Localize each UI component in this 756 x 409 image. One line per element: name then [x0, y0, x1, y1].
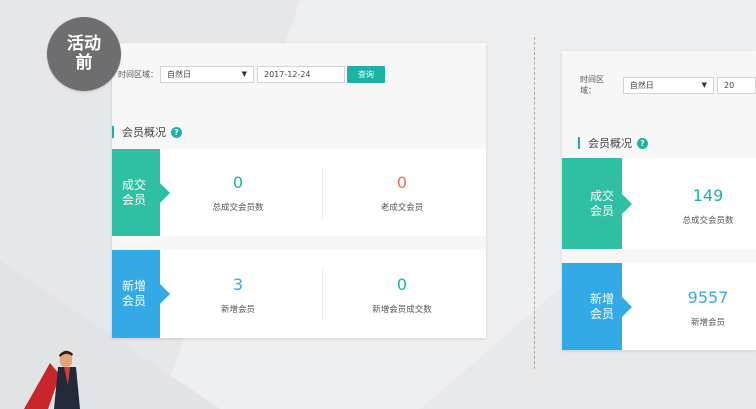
- query-button[interactable]: 查询: [347, 66, 385, 83]
- new-member-deals-stat: 0 新增会员成交数: [352, 275, 452, 315]
- member-overview-title: 会员概况 ?: [112, 124, 182, 140]
- deal-tag-line1: 成交: [122, 177, 147, 192]
- new-members-label: 新增会员: [220, 305, 255, 315]
- period-select[interactable]: 自然日 ▼: [622, 76, 715, 94]
- total-deal-members-label: 总成交会员数: [212, 203, 264, 213]
- title-accent-bar: [578, 137, 580, 149]
- date-input[interactable]: 2017-12-24: [257, 66, 345, 83]
- new-tag-line1: 新增: [122, 279, 147, 293]
- period-select-value: 自然日: [167, 70, 191, 79]
- time-range-label: 时间区域：: [580, 75, 604, 95]
- comparison-divider: [534, 37, 535, 369]
- new-members-value: 3: [232, 275, 244, 294]
- time-filter-row: 时间区域： 自然日 ▼ 2017-12-24 查询: [118, 66, 385, 83]
- superhero-illustration: [24, 350, 80, 409]
- member-overview-title: 会员概况 ?: [578, 135, 648, 151]
- total-deal-members-value: 0: [232, 173, 244, 192]
- new-member-deals-value: 0: [396, 275, 408, 294]
- help-circle-icon[interactable]: ?: [637, 137, 648, 149]
- date-input-value: 2017-12-24: [264, 70, 311, 79]
- caret-down-icon: ▼: [241, 70, 247, 78]
- badge-line2: 前: [75, 53, 93, 73]
- time-filter-row: 时间区域： 自然日 ▼ 20: [580, 74, 756, 96]
- new-members-stat: 3 新增会员: [188, 275, 288, 315]
- period-select-value: 自然日: [629, 80, 654, 90]
- time-range-label: 时间区域：: [118, 70, 158, 79]
- stat-divider: [322, 167, 323, 219]
- help-circle-icon[interactable]: ?: [171, 126, 182, 138]
- deal-tag-line2: 会员: [122, 192, 147, 207]
- caret-down-icon: ▼: [701, 80, 708, 89]
- total-deal-members-label: 总成交会员数: [682, 216, 734, 226]
- deal-member-tag: 成交 会员: [112, 149, 170, 236]
- date-input-value: 20: [724, 80, 735, 90]
- deal-tag-line1: 成交: [590, 188, 615, 203]
- new-members-value: 9557: [687, 288, 729, 307]
- date-input[interactable]: 20: [717, 76, 756, 94]
- member-overview-label: 会员概况: [588, 137, 632, 150]
- left-dashboard-panel: 时间区域： 自然日 ▼ 2017-12-24 查询 会员概况 ? 成交 会员 0…: [112, 43, 486, 338]
- before-event-badge: 活动 前: [47, 17, 121, 91]
- right-dashboard-panel: 时间区域： 自然日 ▼ 20 会员概况 ? 成交 会员 149 总成交会员数 新…: [562, 51, 756, 350]
- member-overview-label: 会员概况: [122, 126, 166, 139]
- new-member-block: 新增 会员 3 新增会员 0 新增会员成交数: [112, 250, 486, 338]
- old-deal-members-label: 老成交会员: [380, 203, 424, 213]
- new-member-deals-label: 新增会员成交数: [372, 305, 432, 315]
- total-deal-members-stat: 149 总成交会员数: [666, 186, 750, 226]
- period-select[interactable]: 自然日 ▼: [160, 66, 254, 83]
- new-tag-line2: 会员: [590, 306, 615, 321]
- new-member-tag: 新增 会员: [112, 250, 170, 338]
- badge-line1: 活动: [67, 34, 101, 54]
- deal-tag-line2: 会员: [590, 203, 615, 218]
- new-member-tag: 新增 会员: [562, 263, 632, 350]
- total-deal-members-stat: 0 总成交会员数: [188, 173, 288, 213]
- new-members-label: 新增会员: [690, 318, 725, 328]
- new-tag-line1: 新增: [590, 291, 615, 306]
- total-deal-members-value: 149: [692, 186, 724, 205]
- title-accent-bar: [112, 126, 114, 138]
- deal-member-block: 成交 会员 149 总成交会员数: [562, 158, 756, 249]
- old-deal-members-value: 0: [396, 173, 408, 192]
- new-member-block: 新增 会员 9557 新增会员: [562, 263, 756, 350]
- old-deal-members-stat: 0 老成交会员: [352, 173, 452, 213]
- new-members-stat: 9557 新增会员: [666, 288, 750, 328]
- stat-divider: [322, 268, 323, 320]
- new-tag-line2: 会员: [122, 294, 147, 308]
- deal-member-tag: 成交 会员: [562, 158, 632, 249]
- deal-member-block: 成交 会员 0 总成交会员数 0 老成交会员: [112, 149, 486, 236]
